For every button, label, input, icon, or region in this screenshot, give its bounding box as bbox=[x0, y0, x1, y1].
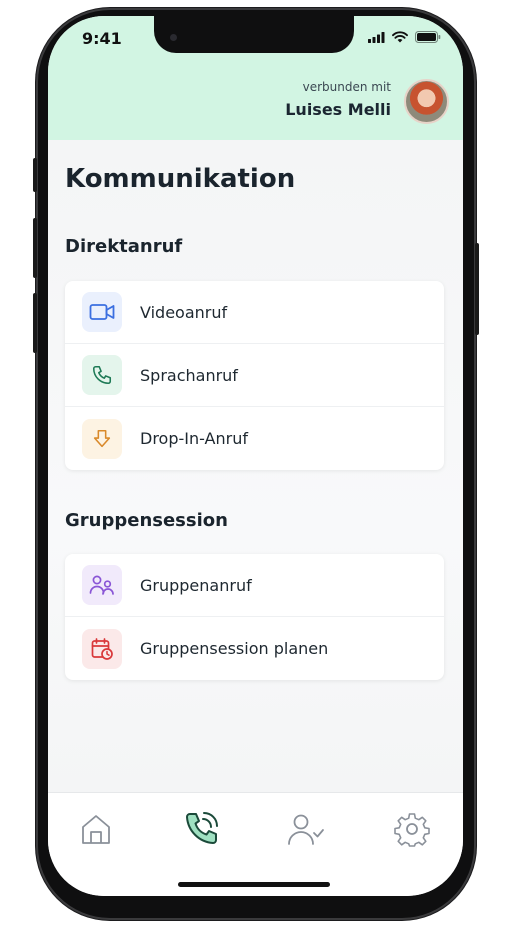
status-icons bbox=[368, 31, 441, 43]
phone-icon bbox=[82, 355, 122, 395]
wifi-icon bbox=[392, 31, 408, 43]
tab-calls[interactable] bbox=[181, 809, 221, 849]
connected-name: Luises Melli bbox=[285, 100, 391, 119]
notch bbox=[154, 16, 354, 53]
mute-switch bbox=[33, 158, 37, 192]
battery-icon bbox=[415, 31, 441, 43]
list-item-drop-in-anruf[interactable]: Drop-In-Anruf bbox=[65, 407, 444, 470]
list-item-label: Sprachanruf bbox=[140, 365, 238, 385]
list-item-label: Videoanruf bbox=[140, 302, 228, 322]
list-item-sprachanruf[interactable]: Sprachanruf bbox=[65, 344, 444, 407]
video-camera-icon bbox=[82, 292, 122, 332]
section-title-direct: Direktanruf bbox=[65, 236, 183, 257]
signal-icon bbox=[368, 31, 385, 43]
users-icon bbox=[82, 565, 122, 605]
phone-call-icon bbox=[186, 812, 218, 844]
avatar[interactable] bbox=[404, 79, 449, 124]
user-check-icon bbox=[288, 814, 324, 845]
list-item-label: Gruppenanruf bbox=[140, 575, 252, 595]
direct-call-card: Videoanruf Sprachanruf Drop-In-Anruf bbox=[65, 281, 444, 470]
list-item-label: Drop-In-Anruf bbox=[140, 429, 248, 448]
home-indicator bbox=[178, 882, 330, 887]
gear-icon bbox=[394, 813, 430, 847]
page-title: Kommunikation bbox=[65, 164, 296, 194]
volume-up-button bbox=[33, 218, 37, 278]
list-item-gruppensession-planen[interactable]: Gruppensession planen bbox=[65, 617, 444, 680]
section-title-group: Gruppensession bbox=[65, 510, 228, 531]
screen: 9:41 verbunden mit Luises Melli Kommunik… bbox=[48, 16, 463, 896]
tab-bar bbox=[48, 792, 463, 896]
list-item-gruppenanruf[interactable]: Gruppenanruf bbox=[65, 554, 444, 617]
main-content: Kommunikation Direktanruf Videoanruf Spr… bbox=[48, 140, 463, 792]
tab-contacts[interactable] bbox=[286, 809, 326, 849]
connected-label: verbunden mit bbox=[302, 80, 391, 94]
status-time: 9:41 bbox=[82, 29, 122, 48]
volume-down-button bbox=[33, 293, 37, 353]
header: 9:41 verbunden mit Luises Melli bbox=[48, 16, 463, 140]
front-camera bbox=[170, 34, 177, 41]
home-icon bbox=[82, 815, 110, 844]
tab-settings[interactable] bbox=[392, 809, 432, 849]
list-item-videoanruf[interactable]: Videoanruf bbox=[65, 281, 444, 344]
list-item-label: Gruppensession planen bbox=[140, 639, 329, 658]
calendar-clock-icon bbox=[82, 628, 122, 669]
tab-home[interactable] bbox=[76, 809, 116, 849]
group-session-card: Gruppenanruf Gruppensession planen bbox=[65, 554, 444, 680]
arrow-down-icon bbox=[82, 418, 122, 459]
power-button bbox=[475, 243, 479, 335]
